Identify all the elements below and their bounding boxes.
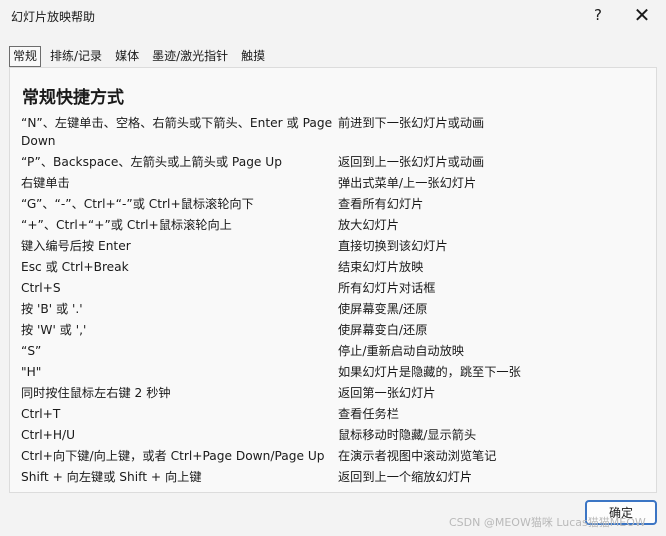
shortcut-key: Ctrl+向下键/向上键，或者 Ctrl+Page Down/Page Up [21,448,325,463]
shortcut-key: Ctrl+T [21,406,61,421]
watermark: CSDN @MEOW猫咪 Lucas猫猫MEOW [449,516,646,529]
shortcut-key: Esc 或 Ctrl+Break [21,259,129,274]
close-button[interactable]: ✕ [622,0,662,30]
shortcut-row: 按 'W' 或 ',' 使屏幕变白/还原 [21,319,641,340]
shortcut-row: “S” 停止/重新启动自动放映 [21,340,641,361]
shortcut-row: Ctrl+S 所有幻灯片对话框 [21,277,641,298]
shortcut-description: 前进到下一张幻灯片或动画 [338,115,485,130]
shortcut-description: 使屏幕变白/还原 [338,322,428,337]
shortcut-list: “N”、左键单击、空格、右箭头或下箭头、Enter 或 Page Down 前进到… [21,112,641,487]
panel-heading: 常规快捷方式 [22,88,124,108]
shortcut-description: 返回第一张幻灯片 [338,385,436,400]
shortcut-row: 按 'B' 或 '.' 使屏幕变黑/还原 [21,298,641,319]
shortcut-key: “P”、Backspace、左箭头或上箭头或 Page Up [21,154,282,169]
shortcut-key: “N”、左键单击、空格、右箭头或下箭头、Enter 或 Page Down [21,115,333,148]
tab-strip: 常规 排练/记录 媒体 墨迹/激光指针 触摸 [9,45,274,67]
shortcut-key: “G”、“-”、Ctrl+“-”或 Ctrl+鼠标滚轮向下 [21,196,254,211]
shortcut-description: 放大幻灯片 [338,217,399,232]
shortcut-row: “P”、Backspace、左箭头或上箭头或 Page Up 返回到上一张幻灯片或… [21,151,641,172]
shortcut-key: 键入编号后按 Enter [21,238,131,253]
title-bar: 幻灯片放映帮助 ? ✕ [0,0,666,32]
shortcut-row: “+”、Ctrl+“+”或 Ctrl+鼠标滚轮向上 放大幻灯片 [21,214,641,235]
shortcut-description: 鼠标移动时隐藏/显示箭头 [338,427,477,442]
shortcut-row: Ctrl+H/U 鼠标移动时隐藏/显示箭头 [21,424,641,445]
tab-touch[interactable]: 触摸 [237,46,269,67]
shortcut-description: 停止/重新启动自动放映 [338,343,464,358]
shortcut-key: Ctrl+H/U [21,427,76,442]
shortcut-row: Ctrl+向下键/向上键，或者 Ctrl+Page Down/Page Up 在演… [21,445,641,466]
tab-general[interactable]: 常规 [9,46,42,67]
shortcut-description: 查看任务栏 [338,406,399,421]
shortcut-row: Esc 或 Ctrl+Break 结束幻灯片放映 [21,256,641,277]
tab-ink-laser-pointer[interactable]: 墨迹/激光指针 [148,46,232,67]
shortcut-description: 查看所有幻灯片 [338,196,424,211]
shortcut-row: “N”、左键单击、空格、右箭头或下箭头、Enter 或 Page Down 前进到… [21,112,641,151]
shortcut-key: Ctrl+S [21,280,61,295]
shortcut-row: “G”、“-”、Ctrl+“-”或 Ctrl+鼠标滚轮向下 查看所有幻灯片 [21,193,641,214]
shortcut-row: 同时按住鼠标左右键 2 秒钟 返回第一张幻灯片 [21,382,641,403]
shortcut-key: 右键单击 [21,175,70,190]
tab-rehearse-record[interactable]: 排练/记录 [46,46,106,67]
window-title: 幻灯片放映帮助 [11,10,96,24]
shortcut-row: "H" 如果幻灯片是隐藏的，跳至下一张 [21,361,641,382]
shortcut-description: 弹出式菜单/上一张幻灯片 [338,175,477,190]
shortcut-description: 直接切换到该幻灯片 [338,238,448,253]
shortcut-key: “S” [21,343,42,358]
shortcut-description: 如果幻灯片是隐藏的，跳至下一张 [338,364,521,379]
shortcut-row: 键入编号后按 Enter 直接切换到该幻灯片 [21,235,641,256]
shortcut-description: 所有幻灯片对话框 [338,280,436,295]
shortcut-key: 同时按住鼠标左右键 2 秒钟 [21,385,171,400]
shortcut-key: 按 'B' 或 '.' [21,301,83,316]
shortcut-row: Ctrl+T 查看任务栏 [21,403,641,424]
shortcut-row: 右键单击 弹出式菜单/上一张幻灯片 [21,172,641,193]
shortcut-key: “+”、Ctrl+“+”或 Ctrl+鼠标滚轮向上 [21,217,232,232]
help-button[interactable]: ? [578,0,618,30]
shortcut-description: 结束幻灯片放映 [338,259,424,274]
shortcut-description: 返回到上一张幻灯片或动画 [338,154,485,169]
shortcut-key: "H" [21,364,42,379]
shortcut-key: 按 'W' 或 ',' [21,322,87,337]
shortcut-description: 返回到上一个缩放幻灯片 [338,469,473,484]
shortcut-description: 使屏幕变黑/还原 [338,301,428,316]
shortcut-key: Shift + 向左键或 Shift + 向上键 [21,469,202,484]
tab-media[interactable]: 媒体 [111,46,143,67]
shortcut-description: 在演示者视图中滚动浏览笔记 [338,448,497,463]
tab-panel-general: 常规快捷方式 “N”、左键单击、空格、右箭头或下箭头、Enter 或 Page … [9,67,657,493]
shortcut-row: Shift + 向左键或 Shift + 向上键 返回到上一个缩放幻灯片 [21,466,641,487]
